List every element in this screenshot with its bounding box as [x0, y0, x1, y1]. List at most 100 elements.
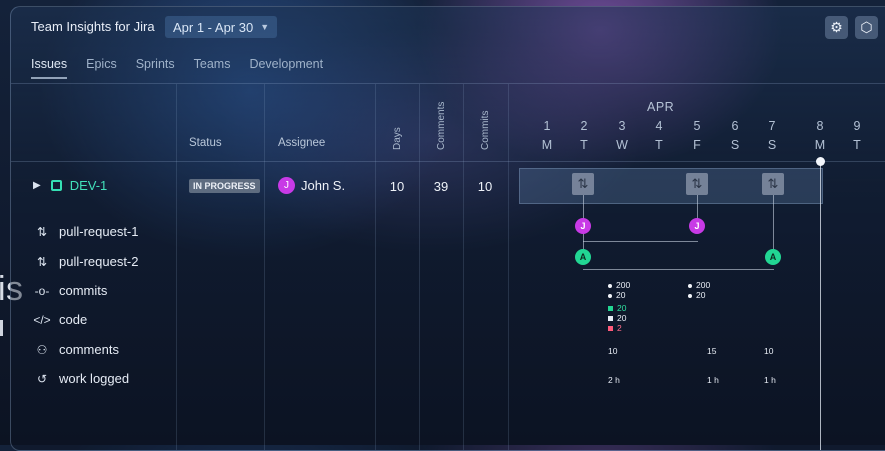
code-stat: 20: [608, 290, 625, 300]
code-stat-removed: 2: [608, 323, 622, 333]
day-number: 7: [768, 119, 776, 133]
day-letter: S: [730, 138, 740, 152]
code-stat-value: 200: [616, 280, 631, 290]
code-stat-modified: 20: [608, 313, 626, 323]
column-header-commits: Commits: [480, 110, 491, 150]
day-letter: W: [616, 138, 628, 152]
pull-request-icon[interactable]: ⇅: [762, 173, 784, 195]
author-node: A: [575, 249, 591, 265]
column-divider: [375, 84, 376, 450]
subrow-work-logged[interactable]: ↺ work logged: [33, 371, 129, 386]
status-badge: IN PROGRESS: [189, 179, 260, 193]
comment-icon: ⚇: [36, 342, 48, 357]
day-letter: T: [853, 138, 861, 152]
column-divider: [508, 84, 509, 450]
day-number: 8: [816, 119, 824, 133]
author-node: J: [689, 218, 705, 234]
tab-development[interactable]: Development: [249, 57, 323, 79]
subrow-commits[interactable]: -o- commits: [33, 283, 108, 298]
day-number: 2: [580, 119, 588, 133]
commits-value: 10: [477, 179, 493, 194]
connector-line: [773, 195, 774, 257]
gear-icon[interactable]: ⚙: [825, 16, 848, 39]
tab-bar: Issues Epics Sprints Teams Development: [31, 57, 342, 79]
connector-line: [583, 269, 774, 270]
divider: [11, 83, 885, 84]
date-range-value: Apr 1 - Apr 30: [173, 19, 254, 35]
pull-request-icon[interactable]: ⇅: [686, 173, 708, 195]
dot-icon: [688, 283, 692, 288]
day-letter: M: [814, 138, 826, 152]
date-range-picker[interactable]: Apr 1 - Apr 30 ▼: [165, 16, 278, 38]
subrow-label: commits: [59, 283, 108, 298]
subrow-pull-request-2[interactable]: ⇅ pull-request-2: [33, 254, 139, 269]
insights-panel: Team Insights for Jira Apr 1 - Apr 30 ▼ …: [10, 6, 885, 451]
comments-value: 39: [433, 179, 449, 194]
comments-count: 15: [707, 346, 717, 356]
chevron-right-icon[interactable]: ▶: [33, 180, 41, 191]
dot-icon: [608, 293, 612, 298]
issue-row-dev-1[interactable]: ▶ DEV-1: [33, 178, 107, 193]
issue-key-link[interactable]: DEV-1: [70, 178, 108, 193]
column-divider: [419, 84, 420, 450]
days-value: 10: [389, 179, 405, 194]
column-header-days: Days: [392, 127, 403, 150]
column-header-comments: Comments: [436, 101, 447, 150]
tab-epics[interactable]: Epics: [86, 57, 117, 79]
code-stat-value: 20: [617, 313, 627, 323]
added-square-icon: [608, 306, 613, 312]
day-number: 1: [543, 119, 551, 133]
tab-sprints[interactable]: Sprints: [136, 57, 175, 79]
column-divider: [264, 84, 265, 450]
assignee-name: John S.: [301, 178, 346, 193]
code-icon: </>: [33, 312, 51, 327]
assignee-cell: J John S.: [278, 177, 345, 194]
today-marker-line: [820, 161, 821, 450]
pull-request-icon[interactable]: ⇅: [572, 173, 594, 195]
avatar: J: [278, 177, 295, 194]
dot-icon: [608, 283, 612, 288]
top-bar: Team Insights for Jira Apr 1 - Apr 30 ▼ …: [11, 7, 885, 83]
code-stat: 200: [608, 280, 630, 290]
background-bar: [0, 320, 3, 336]
calendar-month: APR: [647, 100, 675, 114]
day-number: 6: [731, 119, 739, 133]
work-logged-value: 2 h: [608, 375, 620, 385]
tab-teams[interactable]: Teams: [194, 57, 231, 79]
pull-request-icon: ⇅: [36, 254, 48, 269]
day-letter: F: [693, 138, 701, 152]
code-stat-value: 2: [617, 323, 622, 333]
removed-square-icon: [608, 326, 613, 332]
code-stat: 200: [688, 280, 710, 290]
subrow-pull-request-1[interactable]: ⇅ pull-request-1: [33, 224, 139, 239]
day-number: 4: [655, 119, 663, 133]
history-icon: ↺: [36, 371, 48, 386]
connector-line: [583, 241, 698, 242]
day-number: 3: [618, 119, 626, 133]
tab-issues[interactable]: Issues: [31, 57, 68, 79]
issue-type-icon: [50, 180, 62, 191]
package-icon[interactable]: ⬡: [855, 16, 878, 39]
comments-count: 10: [764, 346, 774, 356]
column-header-assignee: Assignee: [278, 137, 326, 149]
subrow-code[interactable]: </> code: [33, 312, 87, 327]
today-marker-dot: [816, 157, 825, 166]
code-stat: 20: [688, 290, 705, 300]
day-letter: S: [767, 138, 777, 152]
author-node: A: [765, 249, 781, 265]
code-stat-added: 20: [608, 303, 626, 313]
subrow-comments[interactable]: ⚇ comments: [33, 342, 119, 357]
subrow-label: comments: [59, 342, 119, 357]
modified-square-icon: [608, 316, 613, 322]
commit-icon: -o-: [34, 283, 50, 298]
code-stat-value: 20: [616, 290, 626, 300]
day-letter: T: [580, 138, 588, 152]
code-stat-value: 200: [696, 280, 711, 290]
subrow-label: pull-request-2: [59, 254, 139, 269]
day-letter: M: [541, 138, 553, 152]
app-title: Team Insights for Jira: [31, 19, 155, 34]
day-letter: T: [655, 138, 663, 152]
comments-count: 10: [608, 346, 618, 356]
pull-request-icon: ⇅: [36, 224, 48, 239]
dot-icon: [688, 293, 692, 298]
